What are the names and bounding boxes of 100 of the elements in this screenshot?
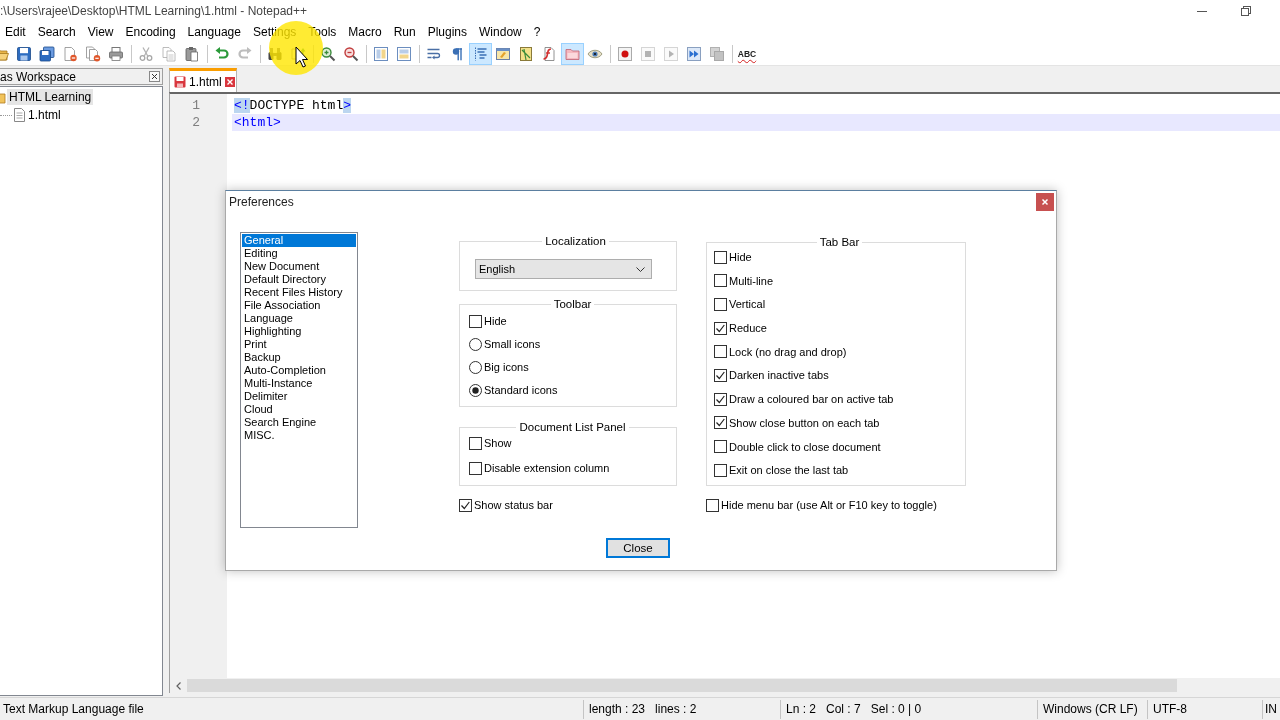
minimize-icon[interactable] [1197, 10, 1207, 12]
checkbox[interactable] [714, 440, 727, 453]
menu-item[interactable]: Window [473, 25, 528, 39]
list-item[interactable]: Auto-Completion [242, 364, 356, 377]
zoom-out-icon[interactable] [343, 45, 359, 62]
split-window-icon[interactable] [373, 45, 389, 62]
checkbox[interactable] [714, 274, 727, 288]
chevron-left-icon[interactable] [176, 681, 181, 690]
checkbox[interactable] [714, 345, 727, 359]
option-label: Double click to close document [729, 440, 881, 453]
file-icon [14, 108, 25, 122]
window-title: :\Users\rajee\Desktop\HTML Learning\1.html - Notepad++ [0, 4, 308, 18]
checkbox[interactable] [714, 368, 727, 382]
option-label: Hide menu bar (use Alt or F10 key to toggle) [721, 499, 937, 512]
group-title: Toolbar [550, 297, 595, 311]
menu-item[interactable]: Plugins [421, 25, 474, 39]
option-label: Lock (no drag and drop) [729, 345, 847, 358]
checkbox[interactable] [714, 392, 727, 406]
line-number: 2 [191, 114, 201, 131]
checkbox[interactable] [469, 461, 482, 475]
clipboard-icon[interactable] [184, 45, 200, 62]
printer-icon[interactable] [108, 45, 124, 62]
checkbox[interactable] [459, 498, 472, 512]
spell-check-button[interactable]: ABC [735, 42, 759, 65]
status-text: IN [1265, 702, 1277, 716]
list-item[interactable]: Recent Files History [242, 286, 356, 299]
list-item[interactable]: General [242, 234, 356, 247]
floppy-disks-icon[interactable] [39, 45, 55, 62]
pages-minus-icon[interactable] [85, 45, 101, 62]
radio-button[interactable] [469, 383, 482, 397]
status-text: Text Markup Language file [3, 702, 144, 716]
menu-item[interactable]: Search [31, 25, 82, 39]
option-label: Show [484, 437, 512, 449]
checkbox[interactable] [714, 297, 727, 311]
scrollbar-thumb[interactable] [187, 679, 1177, 692]
line-number: 1 [191, 97, 201, 114]
split-window-icon[interactable] [396, 45, 412, 62]
page-minus-icon[interactable] [62, 45, 78, 62]
checkbox[interactable] [714, 321, 727, 335]
folder-icon[interactable] [560, 42, 584, 65]
menu-item[interactable]: Encoding [119, 25, 182, 39]
checkbox[interactable] [714, 250, 727, 264]
tree-item[interactable]: HTML Learning [7, 89, 94, 105]
record-icon[interactable] [617, 45, 633, 62]
menu-item[interactable]: Macro [342, 25, 388, 39]
radio-button[interactable] [469, 360, 482, 374]
panel-title: as Workspace [0, 69, 76, 84]
map-icon[interactable] [518, 45, 534, 62]
option-label: Reduce [729, 322, 767, 335]
indent-lines-icon[interactable] [468, 42, 492, 65]
list-item[interactable]: Multi-Instance [242, 377, 356, 390]
restore-icon[interactable] [1241, 6, 1251, 16]
list-item[interactable]: Print [242, 338, 356, 351]
option-label: Hide [729, 251, 752, 263]
checkbox[interactable] [469, 436, 482, 450]
group-title: Document List Panel [516, 420, 629, 434]
option-label: Darken inactive tabs [729, 369, 829, 382]
radio-button[interactable] [469, 337, 482, 351]
list-item[interactable]: MISC. [242, 429, 356, 442]
status-text: lines : 2 [655, 702, 697, 716]
menu-item[interactable]: ? [527, 25, 547, 39]
status-text: Sel : 0 | 0 [870, 702, 922, 716]
list-item[interactable]: Language [242, 312, 356, 325]
option-label: Hide [484, 315, 507, 327]
list-item[interactable]: Default Directory [242, 273, 356, 286]
list-item[interactable]: Cloud [242, 403, 356, 416]
list-item[interactable]: File Association [242, 299, 356, 312]
group-title: Localization [542, 234, 609, 248]
menu-item[interactable]: View [81, 25, 120, 39]
menu-item[interactable]: Edit [0, 25, 32, 39]
tree-item[interactable]: 1.html [26, 107, 63, 123]
window-pencil-icon[interactable] [495, 45, 511, 62]
checkbox[interactable] [469, 314, 482, 328]
function-list-icon[interactable] [541, 45, 557, 62]
option-label: Standard icons [484, 384, 558, 396]
option-label: Multi-line [729, 274, 773, 287]
group-title: Tab Bar [816, 235, 863, 249]
code-line: <html> [233, 114, 281, 131]
option-label: Show close button on each tab [729, 416, 880, 429]
menu-item[interactable]: Language [181, 25, 247, 39]
option-label: Vertical [729, 298, 766, 311]
list-item[interactable]: New Document [242, 260, 356, 273]
list-item[interactable]: Editing [242, 247, 356, 260]
close-button[interactable]: Close [606, 538, 670, 558]
list-item[interactable]: Search Engine [242, 416, 356, 429]
menu-item[interactable]: Run [387, 25, 422, 39]
close-icon[interactable] [149, 71, 160, 82]
list-item[interactable]: Delimiter [242, 390, 356, 403]
list-item[interactable]: Highlighting [242, 325, 356, 338]
document-tab[interactable]: 1.html [169, 68, 237, 92]
option-label: Exit on close the last tab [729, 464, 849, 477]
option-label: Big icons [484, 361, 529, 373]
undo-arrow-icon[interactable] [214, 45, 230, 62]
list-item[interactable]: Backup [242, 351, 356, 364]
status-text: UTF-8 [1153, 702, 1187, 716]
checkbox[interactable] [706, 498, 719, 512]
language-dropdown[interactable]: English [475, 259, 652, 279]
fast-forward-icon[interactable] [686, 45, 702, 62]
checkbox[interactable] [714, 416, 727, 430]
checkbox[interactable] [714, 463, 727, 477]
